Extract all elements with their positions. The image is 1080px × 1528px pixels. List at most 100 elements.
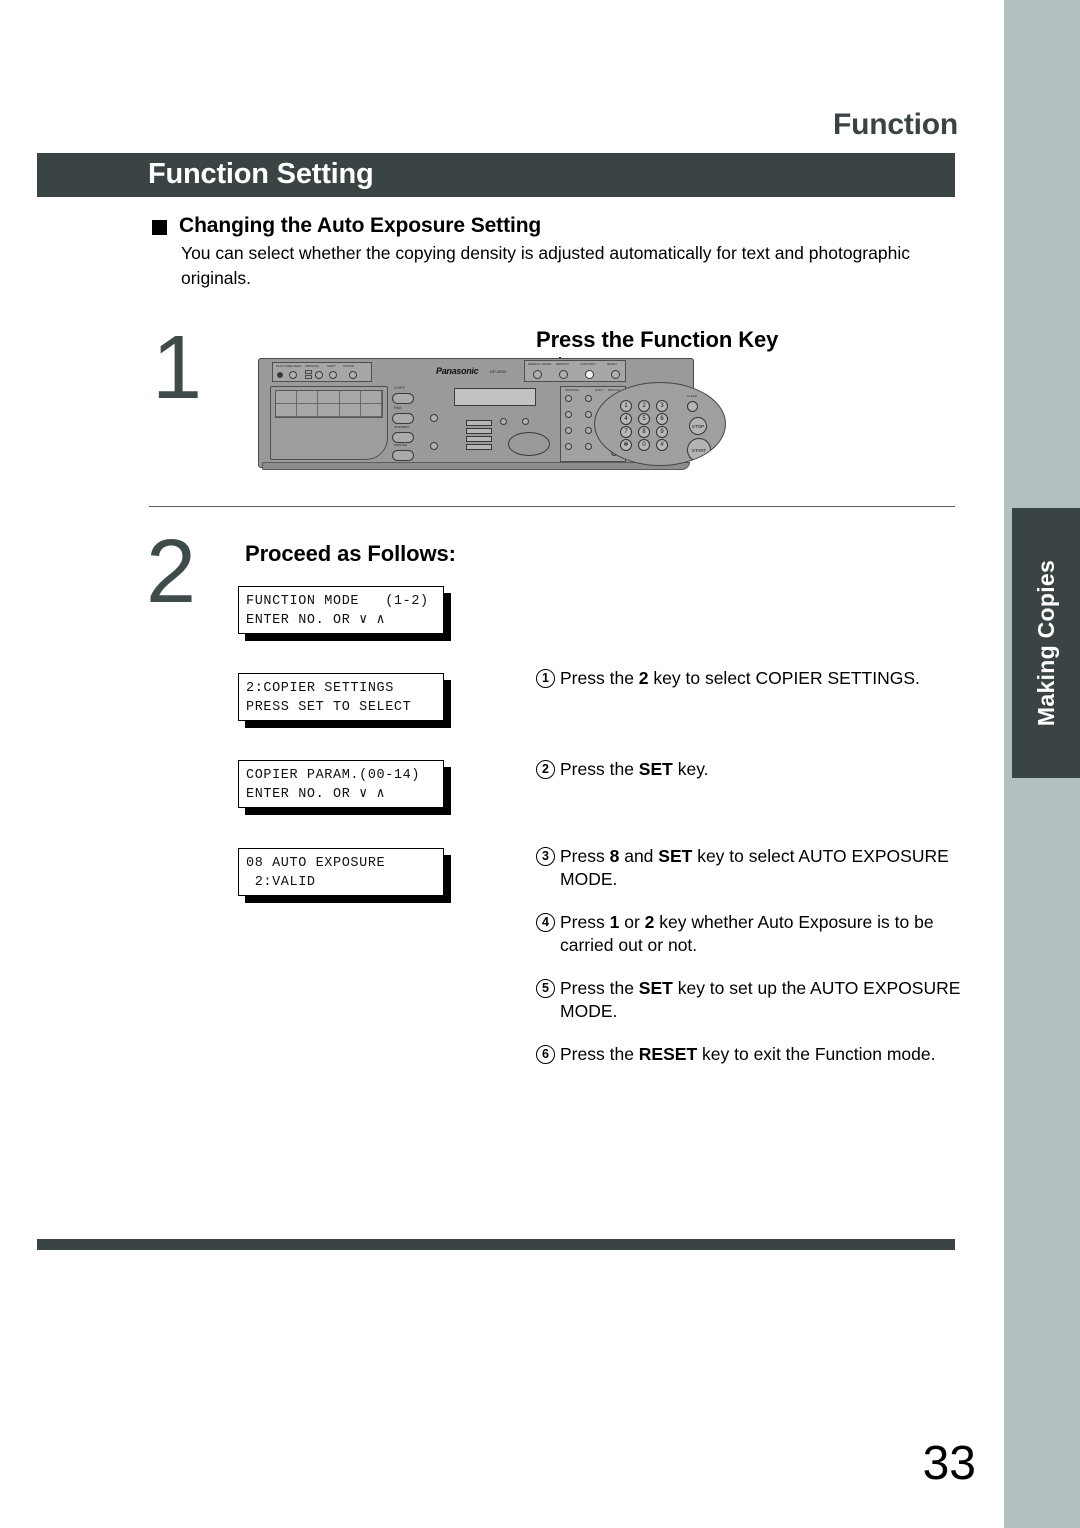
- panel-label-internet: INTERNET: [394, 425, 409, 429]
- panel-key-orig-b[interactable]: [305, 375, 312, 379]
- intro-paragraph: You can select whether the copying densi…: [181, 243, 910, 288]
- panel-key-preset[interactable]: [522, 418, 529, 425]
- panel-key-orig-select[interactable]: [315, 371, 323, 379]
- panel-key-energy-saver[interactable]: [533, 370, 542, 379]
- instruction-pre: Press: [560, 912, 610, 932]
- panel-key-zoom[interactable]: [500, 418, 507, 425]
- panel-key-orig-size-4[interactable]: [565, 443, 572, 450]
- panel-key-printer-mode[interactable]: [392, 450, 414, 461]
- panel-label-sort: SORT: [327, 364, 336, 368]
- panel-key-staple[interactable]: [349, 371, 357, 379]
- instruction-bold: 2: [638, 668, 649, 688]
- instruction-item: 4 Press 1 or 2 key whether Auto Exposure…: [536, 911, 966, 957]
- section-title: Function Setting: [148, 158, 374, 190]
- panel-key-sort[interactable]: [329, 371, 337, 379]
- step-1-number: 1: [152, 318, 203, 418]
- panel-key-function[interactable]: [585, 370, 594, 379]
- keypad-key-4[interactable]: 4: [620, 412, 632, 425]
- panel-label-copy-size: COPY: [595, 388, 604, 392]
- keypad-key-8[interactable]: 8: [638, 425, 650, 438]
- panel-key-orig-a[interactable]: [305, 370, 312, 374]
- instruction-bold-2: SET: [658, 846, 693, 866]
- keypad-key-5[interactable]: 5: [638, 412, 650, 425]
- keypad-key-7[interactable]: 7: [620, 425, 632, 438]
- running-head: Function: [832, 108, 958, 141]
- one-touch-key[interactable]: [318, 404, 340, 417]
- panel-lcd-screen: [454, 388, 536, 406]
- instruction-bold: 1: [609, 912, 620, 932]
- panel-key-copy-size-2[interactable]: [585, 411, 592, 418]
- one-touch-key[interactable]: [318, 391, 340, 404]
- one-touch-key[interactable]: [297, 391, 319, 404]
- panel-key-start[interactable]: START: [687, 438, 711, 462]
- panel-label-multi-size: MULTI-SIZE FEED: [276, 364, 302, 368]
- panel-key-orig-size-2[interactable]: [565, 411, 572, 418]
- instruction-bold: SET: [638, 978, 673, 998]
- panel-key-copy-size-1[interactable]: [585, 395, 592, 402]
- brand-logo: Panasonic: [436, 366, 479, 376]
- lcd-line-1: 08 AUTO EXPOSURE: [246, 856, 386, 871]
- panel-label-original: ORIGINAL: [305, 364, 320, 368]
- panel-nav-dial[interactable]: [508, 432, 550, 456]
- keypad-key-6[interactable]: 6: [656, 412, 668, 425]
- step-divider: [149, 506, 955, 507]
- keypad-key-1[interactable]: 1: [620, 399, 632, 412]
- keypad-key-star[interactable]: ✻: [620, 438, 632, 451]
- one-touch-key-grid[interactable]: [275, 390, 383, 418]
- panel-key-memory[interactable]: [559, 370, 568, 379]
- lcd-line-2: ENTER NO. OR ∨ ∧: [246, 613, 386, 628]
- panel-key-copy-mode[interactable]: [392, 393, 414, 404]
- one-touch-key[interactable]: [339, 391, 361, 404]
- one-touch-key[interactable]: [360, 404, 382, 417]
- panel-key-copy-size-3[interactable]: [585, 427, 592, 434]
- panel-key-stop[interactable]: STOP: [689, 417, 707, 435]
- one-touch-key[interactable]: [297, 404, 319, 417]
- keypad-key-9[interactable]: 9: [656, 425, 668, 438]
- keypad-key-0[interactable]: 0: [638, 438, 650, 451]
- one-touch-key[interactable]: [339, 404, 361, 417]
- one-touch-key[interactable]: [276, 391, 298, 404]
- instruction-marker: 2: [536, 760, 555, 779]
- instruction-marker: 5: [536, 979, 555, 998]
- panel-key-clear[interactable]: [687, 401, 698, 412]
- chapter-tab-label: Making Copies: [1032, 559, 1059, 727]
- one-touch-key[interactable]: [360, 391, 382, 404]
- panel-key-fax-mode[interactable]: [392, 413, 414, 424]
- instruction-pre: Press the: [560, 978, 639, 998]
- panel-key-orig-size-3[interactable]: [565, 427, 572, 434]
- panel-key-copy-size-4[interactable]: [585, 443, 592, 450]
- panel-label-copy: COPY: [394, 385, 406, 390]
- numeric-keypad[interactable]: 1 2 3 4 5 6 7 8 9 ✻ 0 #: [617, 399, 671, 451]
- keypad-key-3[interactable]: 3: [656, 399, 668, 412]
- panel-key-multi-size[interactable]: [289, 371, 297, 379]
- panel-label-function: FUNCTION: [580, 362, 596, 366]
- panel-label-printer: PRINTER: [394, 443, 408, 447]
- subsection-heading: Changing the Auto Exposure Setting: [152, 214, 541, 238]
- panel-key-internet-mode[interactable]: [392, 432, 414, 443]
- keypad-key-2[interactable]: 2: [638, 399, 650, 412]
- panel-key-orig-size-1[interactable]: [565, 395, 572, 402]
- panel-key-reset[interactable]: [611, 370, 620, 379]
- instruction-item: 3 Press 8 and SET key to select AUTO EXP…: [536, 845, 966, 891]
- panel-key-output[interactable]: [430, 414, 438, 422]
- paper-tray-icon: [464, 420, 494, 456]
- model-number: DP-2000: [490, 369, 506, 374]
- instruction-bold-2: 2: [644, 912, 655, 932]
- instruction-item: 2 Press the SET key.: [536, 758, 966, 781]
- instruction-pre: Press the: [560, 668, 639, 688]
- one-touch-key[interactable]: [276, 404, 298, 417]
- tray-level: [466, 436, 492, 442]
- instruction-text: Press the 2 key to select COPIER SETTING…: [560, 667, 966, 690]
- instruction-text: Press the RESET key to exit the Function…: [560, 1043, 966, 1066]
- panel-key-contrast[interactable]: [430, 442, 438, 450]
- instruction-text: Press 1 or 2 key whether Auto Exposure i…: [560, 911, 966, 957]
- page-number: 33: [922, 1437, 976, 1490]
- one-touch-key-panel: [270, 386, 388, 460]
- panel-label-clear: CLEAR: [687, 394, 698, 398]
- instruction-marker: 3: [536, 847, 555, 866]
- step-1-heading: Press the Function Key: [536, 327, 779, 352]
- panel-label-staple: STAPLE: [343, 364, 355, 368]
- instruction-item: 5 Press the SET key to set up the AUTO E…: [536, 977, 966, 1023]
- instruction-marker: 4: [536, 913, 555, 932]
- keypad-key-hash[interactable]: #: [656, 438, 668, 451]
